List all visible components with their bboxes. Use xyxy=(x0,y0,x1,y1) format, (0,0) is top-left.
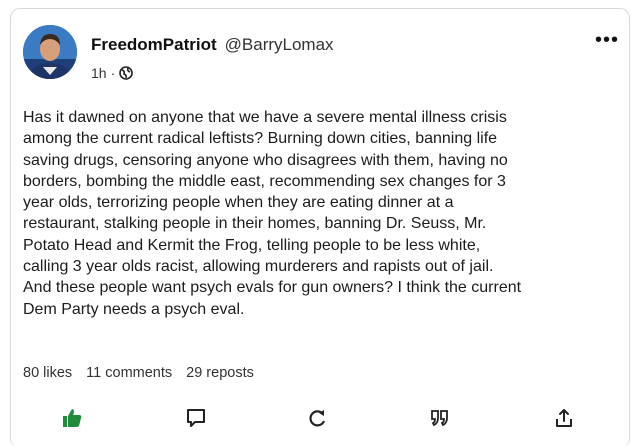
post-meta: 1h · xyxy=(91,65,134,81)
likes-count[interactable]: 80 likes xyxy=(23,365,72,381)
more-options-button[interactable]: ••• xyxy=(595,30,619,50)
post-stats: 80 likes 11 comments 29 reposts xyxy=(23,365,254,381)
comments-count[interactable]: 11 comments xyxy=(86,365,172,381)
share-icon xyxy=(556,409,572,427)
post-time[interactable]: 1h xyxy=(91,65,107,81)
post-card: FreedomPatriot @BarryLomax 1h · ••• Has i… xyxy=(10,8,630,448)
author-line: FreedomPatriot @BarryLomax xyxy=(91,35,334,55)
like-button[interactable] xyxy=(59,405,85,431)
display-name[interactable]: FreedomPatriot xyxy=(91,35,217,54)
reposts-count[interactable]: 29 reposts xyxy=(186,365,254,381)
comment-icon xyxy=(187,409,205,427)
user-handle[interactable]: @BarryLomax xyxy=(225,35,334,54)
action-bar xyxy=(11,405,631,435)
repost-button[interactable] xyxy=(305,405,331,431)
quote-icon xyxy=(431,410,448,427)
repost-icon xyxy=(309,410,326,427)
share-button[interactable] xyxy=(551,405,577,431)
thumbs-up-icon xyxy=(63,409,82,427)
globe-icon xyxy=(119,66,134,80)
comment-button[interactable] xyxy=(183,405,209,431)
avatar[interactable] xyxy=(23,25,77,79)
quote-button[interactable] xyxy=(427,405,453,431)
meta-separator: · xyxy=(110,65,116,81)
post-body: Has it dawned on anyone that we have a s… xyxy=(23,109,522,318)
